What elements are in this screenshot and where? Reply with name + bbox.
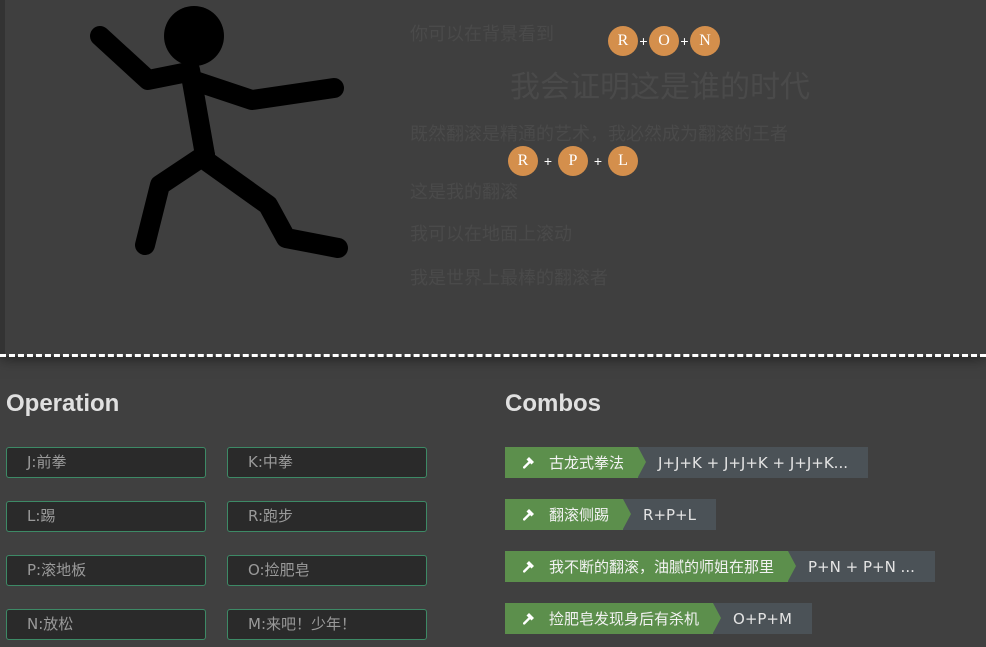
plus-sign: + [543, 153, 553, 169]
key-binding-m[interactable]: M:来吧！少年！ [227, 609, 427, 640]
combo-keys: J+J+K + J+J+K + J+J+K... [638, 447, 868, 478]
plus-sign: + [680, 33, 689, 49]
combo-name: 翻滚侧踢 [549, 506, 610, 524]
game-stage[interactable]: 你可以在背景看到 我会证明这是谁的时代 既然翻滚是精通的艺术，我必然成为翻滚的王… [0, 0, 986, 356]
key-ball: R [508, 146, 538, 176]
combo-name: 古龙式拳法 [549, 454, 625, 472]
combo-item[interactable]: 翻滚侧踢 R+P+L [505, 499, 716, 530]
combo-name-tag: 我不断的翻滚，油腻的师姐在那里 [505, 551, 797, 582]
key-ball: P [558, 146, 588, 176]
hammer-icon [523, 508, 537, 522]
operation-title: Operation [6, 390, 120, 417]
combo-keys: O+P+M [713, 603, 812, 634]
combo-name-tag: 捡肥皂发现身后有杀机 [505, 603, 722, 634]
hammer-icon [523, 456, 537, 470]
key-binding-p[interactable]: P:滚地板 [6, 555, 206, 586]
hammer-icon [523, 560, 537, 574]
combo-item[interactable]: 捡肥皂发现身后有杀机 O+P+M [505, 603, 812, 634]
combo-hint-2: R + P + L [508, 146, 638, 176]
key-binding-l[interactable]: L:踢 [6, 501, 206, 532]
stickman-character [90, 6, 348, 258]
key-binding-j[interactable]: J:前拳 [6, 447, 206, 478]
plus-sign: + [639, 33, 648, 49]
key-binding-k[interactable]: K:中拳 [227, 447, 427, 478]
stage-line: 这是我的翻滚 [410, 182, 518, 203]
combo-name: 我不断的翻滚，油腻的师姐在那里 [549, 558, 775, 576]
key-binding-n[interactable]: N:放松 [6, 609, 206, 640]
combos-title: Combos [505, 390, 601, 417]
key-ball: L [608, 146, 638, 176]
combo-name: 捡肥皂发现身后有杀机 [549, 610, 700, 628]
combo-hint-1: R + O + N [608, 26, 720, 56]
combo-item[interactable]: 我不断的翻滚，油腻的师姐在那里 P+N + P+N ... [505, 551, 935, 582]
combo-item[interactable]: 古龙式拳法 J+J+K + J+J+K + J+J+K... [505, 447, 868, 478]
stage-line: 我会证明这是谁的时代 [510, 70, 810, 105]
combo-keys: R+P+L [623, 499, 716, 530]
stage-line: 我是世界上最棒的翻滚者 [410, 268, 608, 289]
combo-name-tag: 翻滚侧踢 [505, 499, 632, 530]
stage-border [0, 0, 5, 356]
stage-divider [0, 354, 986, 357]
combo-keys: P+N + P+N ... [788, 551, 935, 582]
key-binding-r[interactable]: R:跑步 [227, 501, 427, 532]
plus-sign: + [593, 153, 603, 169]
key-ball: R [608, 26, 638, 56]
stage-line: 我可以在地面上滚动 [410, 224, 572, 245]
stage-line: 既然翻滚是精通的艺术，我必然成为翻滚的王者 [410, 124, 788, 145]
hammer-icon [523, 612, 537, 626]
stage-line: 你可以在背景看到 [410, 24, 554, 45]
key-ball: N [690, 26, 720, 56]
key-ball: O [649, 26, 679, 56]
combo-name-tag: 古龙式拳法 [505, 447, 647, 478]
key-binding-o[interactable]: O:捡肥皂 [227, 555, 427, 586]
